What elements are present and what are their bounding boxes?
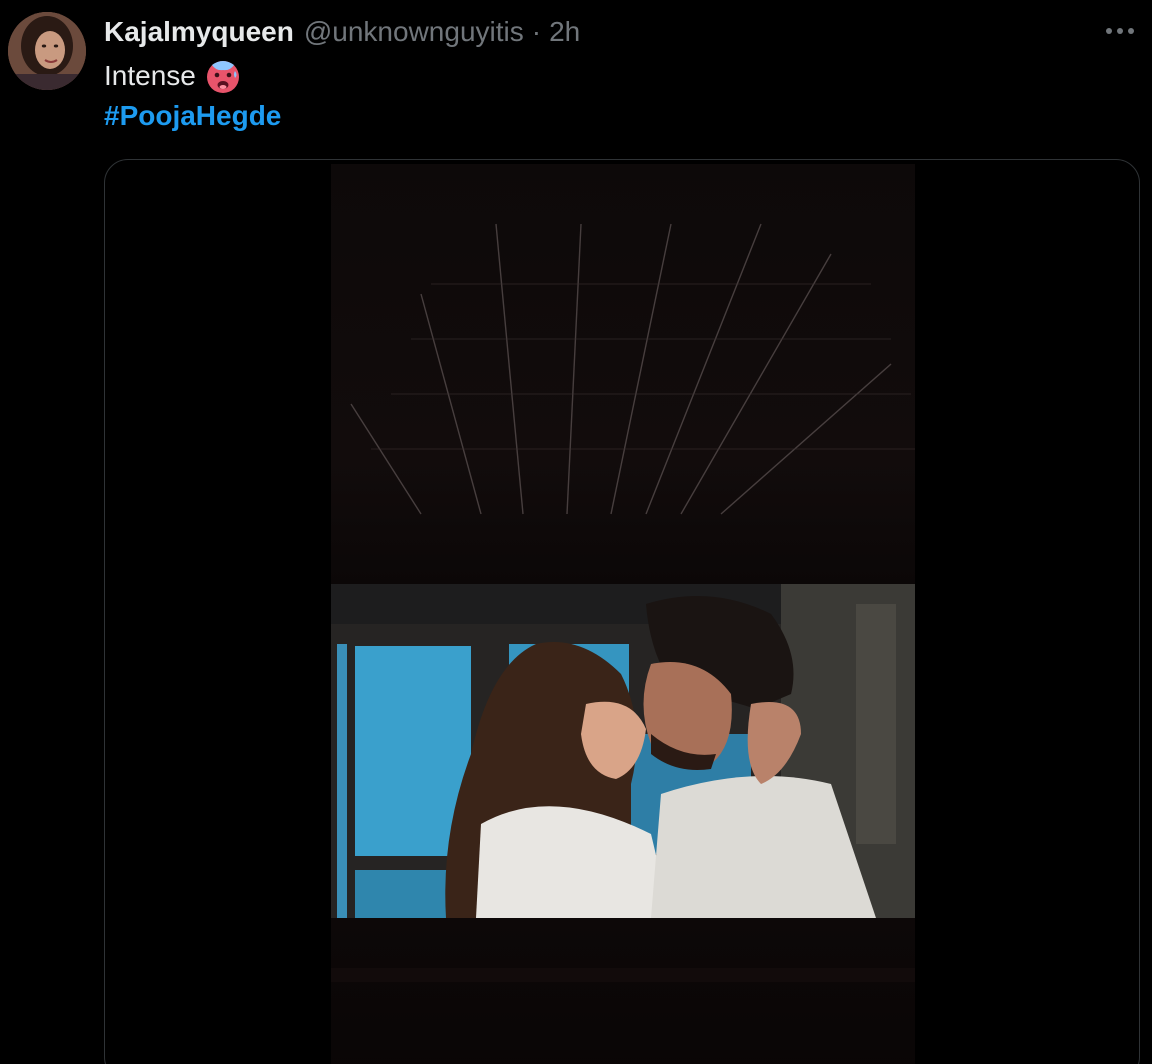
timestamp[interactable]: 2h [549, 16, 580, 48]
avatar[interactable] [8, 12, 86, 90]
separator-dot: · [531, 16, 542, 47]
tweet-header: Kajalmyqueen @unknownguyitis · 2h [104, 14, 580, 50]
tweet-text: Intense [104, 56, 242, 96]
more-horizontal-icon[interactable] [1102, 16, 1138, 46]
hot-face-emoji-icon [204, 57, 242, 95]
user-handle[interactable]: @unknownguyitis [304, 16, 524, 48]
video-floor-area [331, 918, 915, 1064]
display-name[interactable]: Kajalmyqueen [104, 16, 294, 48]
video-player[interactable] [331, 164, 915, 1064]
video-scene [331, 584, 915, 918]
video-ceiling-area [331, 164, 915, 584]
tweet-text-content: Intense [104, 60, 196, 91]
hashtag-link[interactable]: #PoojaHegde [104, 96, 281, 136]
tweet[interactable]: Kajalmyqueen @unknownguyitis · 2h Intens… [0, 0, 1152, 1064]
tweet-media[interactable] [104, 159, 1140, 1064]
